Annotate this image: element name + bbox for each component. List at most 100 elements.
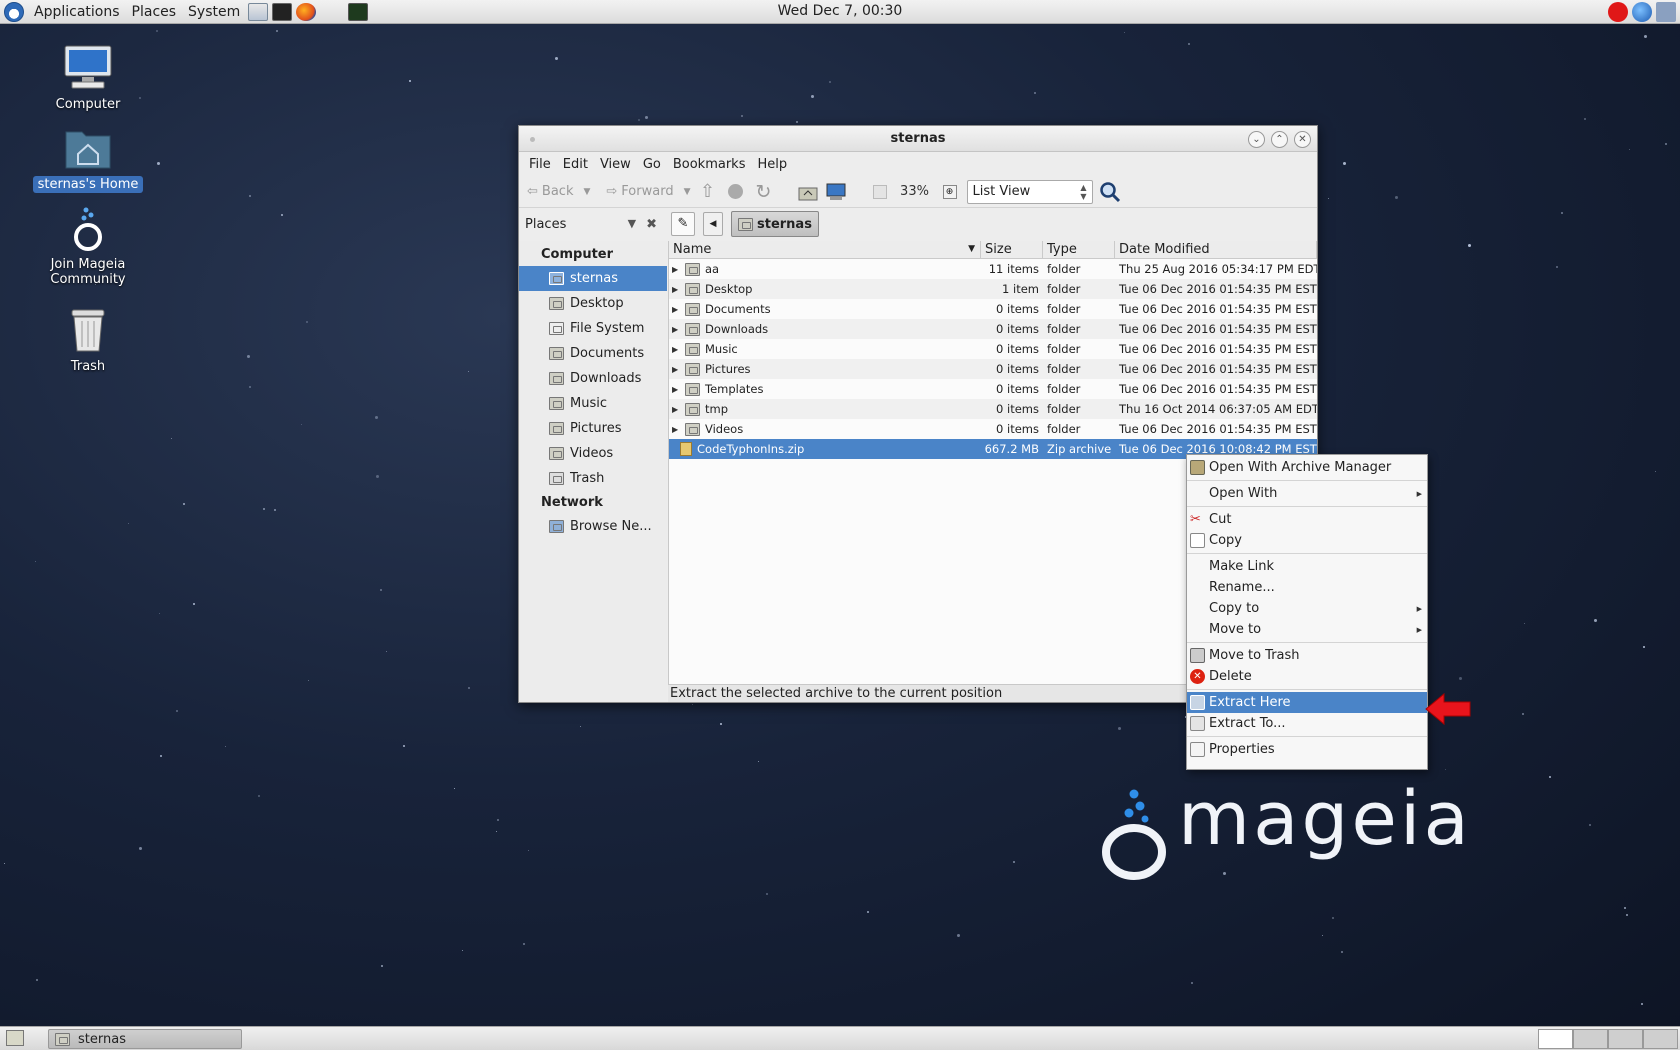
breadcrumb[interactable]: sternas	[731, 211, 819, 237]
sidebar-item-music[interactable]: Music	[519, 391, 667, 416]
expander-arrow-icon[interactable]: ▶	[672, 365, 680, 374]
table-row[interactable]: ▶ tmp 0 items folder Thu 16 Oct 2014 06:37:0…	[669, 399, 1317, 419]
expander-arrow-icon[interactable]: ▶	[672, 405, 680, 414]
expander-arrow-icon[interactable]: ▶	[672, 305, 680, 314]
workspace-4[interactable]	[1643, 1029, 1678, 1049]
network-globe-icon[interactable]	[1632, 2, 1652, 22]
expander-arrow-icon[interactable]: ▶	[672, 345, 680, 354]
folder-icon	[685, 282, 700, 296]
home-icon[interactable]	[797, 181, 819, 203]
file-manager-launcher-icon[interactable]	[248, 2, 269, 21]
menu-item-copy-to[interactable]: Copy to ▶	[1187, 598, 1427, 619]
minimize-button[interactable]: ⌄	[1248, 131, 1265, 148]
window-titlebar[interactable]: sternas ⌄ ⌃ ✕	[519, 126, 1317, 152]
separator	[1187, 689, 1427, 690]
menu-item-move-to[interactable]: Move to ▶	[1187, 619, 1427, 640]
table-row[interactable]: ▶ Music 0 items folder Tue 06 Dec 2016 01:54…	[669, 339, 1317, 359]
forward-button[interactable]: ⇨ Forward	[602, 184, 677, 199]
menu-item-open-archive-manager[interactable]: Open With Archive Manager	[1187, 457, 1427, 478]
table-row[interactable]: ▶ Videos 0 items folder Tue 06 Dec 2016 01:5…	[669, 419, 1317, 439]
desktop-icon-mageia-community[interactable]: Join Mageia Community	[28, 204, 148, 288]
terminal-launcher-icon[interactable]	[272, 2, 293, 21]
table-row[interactable]: ▶ Pictures 0 items folder Tue 06 Dec 2016 01…	[669, 359, 1317, 379]
expander-arrow-icon[interactable]: ▶	[672, 325, 680, 334]
menu-item-move-to-trash[interactable]: Move to Trash	[1187, 645, 1427, 666]
computer-toolbar-icon[interactable]	[825, 181, 847, 203]
close-button[interactable]: ✕	[1294, 131, 1311, 148]
search-icon[interactable]	[1099, 181, 1121, 203]
workspace-3[interactable]	[1608, 1029, 1643, 1049]
column-name[interactable]: Name ▼	[669, 241, 981, 258]
column-size[interactable]: Size	[981, 241, 1043, 258]
table-row[interactable]: ▶ aa 11 items folder Thu 25 Aug 2016 05:34:1…	[669, 259, 1317, 279]
menu-item-copy[interactable]: Copy	[1187, 530, 1427, 551]
file-list-header: Name ▼ Size Type Date Modified	[669, 241, 1317, 259]
up-arrow-icon[interactable]: ⇧	[697, 181, 719, 203]
column-type[interactable]: Type	[1043, 241, 1115, 258]
zoom-in-icon[interactable]: ⊕	[939, 181, 961, 203]
window-menu-icon[interactable]	[530, 137, 535, 142]
menu-item-open-with[interactable]: Open With ▶	[1187, 483, 1427, 504]
mageia-menu-icon[interactable]	[4, 1, 24, 22]
places-menu[interactable]: Places	[126, 4, 183, 20]
menu-view[interactable]: View	[594, 157, 637, 172]
menu-edit[interactable]: Edit	[557, 157, 594, 172]
desktop-icon-home[interactable]: sternas's Home	[28, 124, 148, 193]
table-row[interactable]: ▶ Templates 0 items folder Tue 06 Dec 2016 0…	[669, 379, 1317, 399]
maximize-button[interactable]: ⌃	[1271, 131, 1288, 148]
menu-help[interactable]: Help	[751, 157, 793, 172]
system-monitor-launcher-icon[interactable]	[348, 2, 369, 21]
view-mode-select[interactable]: List View ▲ ▼	[966, 179, 1093, 204]
menu-item-delete[interactable]: ✕ Delete	[1187, 666, 1427, 687]
expander-arrow-icon[interactable]: ▶	[672, 385, 680, 394]
menu-item-make-link[interactable]: Make Link	[1187, 556, 1427, 577]
expander-arrow-icon[interactable]: ▶	[672, 265, 680, 274]
system-menu[interactable]: System	[182, 4, 246, 20]
menu-bookmarks[interactable]: Bookmarks	[667, 157, 752, 172]
sidebar-item-documents[interactable]: Documents	[519, 341, 667, 366]
forward-history-dropdown[interactable]: ▼	[684, 187, 691, 197]
sidebar-item-trash[interactable]: Trash	[519, 466, 667, 491]
expander-arrow-icon[interactable]: ▶	[672, 425, 680, 434]
table-row[interactable]: ▶ Documents 0 items folder Tue 06 Dec 2016 0…	[669, 299, 1317, 319]
show-desktop-icon[interactable]	[6, 1030, 24, 1046]
applications-menu[interactable]: Applications	[28, 4, 126, 20]
places-dropdown-icon[interactable]: ▼	[628, 217, 636, 232]
zoom-out-icon[interactable]	[869, 181, 891, 203]
reload-icon[interactable]: ↻	[753, 181, 775, 203]
path-back-arrow-icon[interactable]: ◀	[703, 212, 723, 236]
menu-item-properties[interactable]: Properties	[1187, 739, 1427, 760]
firefox-launcher-icon[interactable]	[296, 2, 317, 21]
menu-item-label: Open With Archive Manager	[1209, 460, 1392, 475]
stop-icon[interactable]	[725, 181, 747, 203]
sidebar-item-file-system[interactable]: File System	[519, 316, 667, 341]
menu-file[interactable]: File	[523, 157, 557, 172]
close-pane-icon[interactable]: ✖	[646, 217, 657, 232]
menu-item-rename[interactable]: Rename...	[1187, 577, 1427, 598]
back-button[interactable]: ⇦ Back	[523, 184, 577, 199]
menu-item-extract-here[interactable]: Extract Here	[1187, 692, 1427, 713]
sidebar-item-pictures[interactable]: Pictures	[519, 416, 667, 441]
sidebar-item-downloads[interactable]: Downloads	[519, 366, 667, 391]
sidebar-item-sternas[interactable]: sternas	[519, 266, 667, 291]
column-date-modified[interactable]: Date Modified	[1115, 241, 1317, 258]
workspace-1[interactable]	[1538, 1029, 1573, 1049]
cell-name: CodeTyphonIns.zip	[669, 442, 981, 456]
workspace-2[interactable]	[1573, 1029, 1608, 1049]
alert-icon[interactable]	[1608, 2, 1628, 22]
sidebar-item-desktop[interactable]: Desktop	[519, 291, 667, 316]
menu-go[interactable]: Go	[637, 157, 667, 172]
desktop-icon-computer[interactable]: Computer	[28, 44, 148, 113]
taskbar-item-sternas[interactable]: sternas	[48, 1029, 242, 1049]
menu-item-extract-to[interactable]: Extract To...	[1187, 713, 1427, 734]
back-history-dropdown[interactable]: ▼	[583, 187, 590, 197]
expander-arrow-icon[interactable]: ▶	[672, 285, 680, 294]
table-row[interactable]: ▶ Downloads 0 items folder Tue 06 Dec 2016 0…	[669, 319, 1317, 339]
sidebar-item-videos[interactable]: Videos	[519, 441, 667, 466]
sidebar-item-browse-network[interactable]: Browse Ne...	[519, 514, 667, 539]
table-row[interactable]: ▶ Desktop 1 item folder Tue 06 Dec 2016 01:5…	[669, 279, 1317, 299]
edit-location-icon[interactable]: ✎	[671, 212, 695, 236]
display-icon[interactable]	[1656, 2, 1676, 22]
menu-item-cut[interactable]: ✂ Cut	[1187, 509, 1427, 530]
desktop-icon-trash[interactable]: Trash	[28, 306, 148, 375]
